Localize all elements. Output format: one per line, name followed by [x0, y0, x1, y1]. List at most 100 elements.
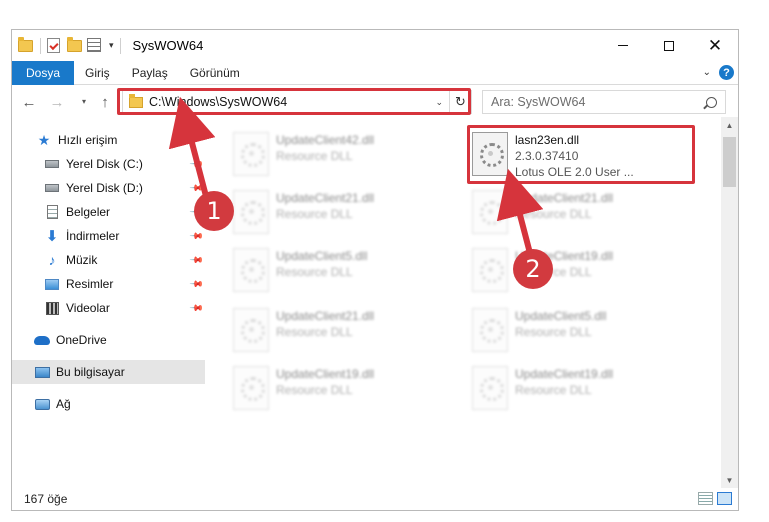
pin-icon[interactable]: 📌	[189, 156, 204, 172]
file-description: Resource DLL	[276, 207, 353, 221]
sidebar-item-label: Yerel Disk (C:)	[66, 157, 143, 171]
sidebar-item-local-disk-c[interactable]: Yerel Disk (C:) 📌	[12, 152, 205, 176]
music-icon: ♪	[48, 252, 56, 268]
file-item[interactable]: UpdateClient21.dll Resource DLL	[472, 186, 708, 240]
file-description: Resource DLL	[515, 383, 592, 397]
sidebar-item-downloads[interactable]: ⬇ İndirmeler 📌	[12, 224, 205, 248]
forward-button[interactable]: →	[46, 91, 68, 113]
tab-share[interactable]: Paylaş	[121, 61, 179, 85]
sidebar-item-label: Resimler	[66, 277, 114, 291]
sidebar-item-label: Yerel Disk (D:)	[66, 181, 143, 195]
tab-view[interactable]: Görünüm	[179, 61, 251, 85]
sidebar-item-quick-access[interactable]: ★ Hızlı erişim	[12, 128, 205, 152]
help-icon[interactable]: ?	[719, 65, 734, 80]
step-badge-1: 1	[194, 191, 234, 231]
details-view-icon[interactable]	[698, 492, 713, 505]
sidebar-item-videos[interactable]: Videolar 📌	[12, 296, 205, 320]
status-bar: 167 öğe	[12, 488, 738, 510]
dll-file-icon	[233, 308, 269, 352]
tab-home[interactable]: Giriş	[74, 61, 121, 85]
scrollbar-thumb[interactable]	[723, 137, 736, 187]
recent-locations-chevron-icon[interactable]: ▾	[82, 97, 86, 106]
sidebar-item-onedrive[interactable]: OneDrive	[12, 328, 205, 352]
toolbar-divider	[119, 37, 121, 54]
dll-file-icon	[233, 366, 269, 410]
pin-icon[interactable]: 📌	[189, 276, 204, 292]
quick-access-toolbar: ▾	[12, 30, 123, 61]
sidebar-item-label: Videolar	[66, 301, 110, 315]
file-item[interactable]: UpdateClient42.dll Resource DLL	[233, 128, 469, 182]
arrow-right-icon: →	[49, 93, 65, 111]
large-icons-view-icon[interactable]	[717, 492, 732, 505]
file-name: UpdateClient21.dll	[515, 191, 614, 205]
file-highlight	[467, 125, 695, 184]
minimize-button[interactable]	[600, 30, 646, 61]
file-name: UpdateClient21.dll	[276, 309, 375, 323]
navigation-pane: ★ Hızlı erişim Yerel Disk (C:) 📌 Yerel D…	[12, 124, 205, 479]
folder-icon	[18, 36, 34, 54]
sidebar-item-pictures[interactable]: Resimler 📌	[12, 272, 205, 296]
tab-file[interactable]: Dosya	[12, 60, 75, 85]
file-item[interactable]: UpdateClient21.dll Resource DLL	[233, 304, 469, 358]
search-icon	[706, 96, 717, 108]
pictures-icon	[44, 277, 60, 291]
file-name: UpdateClient19.dll	[276, 367, 375, 381]
file-description: Resource DLL	[276, 383, 353, 397]
close-button[interactable]: ✕	[692, 30, 738, 61]
maximize-button[interactable]	[646, 30, 692, 61]
file-item[interactable]: UpdateClient5.dll Resource DLL	[472, 304, 708, 358]
arrow-left-icon: ←	[21, 93, 37, 111]
sidebar-item-this-pc[interactable]: Bu bilgisayar	[12, 360, 205, 384]
sidebar-item-label: Ağ	[56, 397, 71, 411]
file-item[interactable]: UpdateClient19.dll Resource DLL	[233, 362, 469, 416]
pin-icon[interactable]: 📌	[189, 228, 204, 244]
sidebar-item-label: Belgeler	[66, 205, 111, 219]
drive-icon	[44, 157, 60, 171]
back-button[interactable]: ←	[18, 91, 40, 113]
customize-toolbar-chevron-icon[interactable]: ▾	[109, 40, 114, 51]
sidebar-item-music[interactable]: ♪ Müzik 📌	[12, 248, 205, 272]
search-placeholder: Ara: SysWOW64	[491, 95, 586, 109]
dll-file-icon	[472, 308, 508, 352]
sidebar-item-documents[interactable]: Belgeler 📌	[12, 200, 205, 224]
scroll-down-icon[interactable]: ▼	[721, 472, 738, 488]
file-description: Resource DLL	[515, 325, 592, 339]
file-description: Resource DLL	[276, 325, 353, 339]
window-title: SysWOW64	[132, 38, 204, 53]
vertical-scrollbar[interactable]: ▲ ▼	[721, 117, 738, 488]
window-controls: ✕	[600, 30, 738, 61]
arrow-up-icon: ↑	[101, 93, 109, 111]
sidebar-item-label: Hızlı erişim	[58, 133, 118, 147]
download-icon: ⬇	[45, 228, 59, 245]
pin-icon[interactable]: 📌	[189, 252, 204, 268]
maximize-icon	[664, 40, 674, 51]
file-item[interactable]: UpdateClient21.dll Resource DLL	[233, 186, 469, 240]
file-item[interactable]: UpdateClient19.dll Resource DLL	[472, 244, 708, 298]
scroll-up-icon[interactable]: ▲	[721, 117, 738, 133]
sidebar-item-local-disk-d[interactable]: Yerel Disk (D:) 📌	[12, 176, 205, 200]
file-description: Resource DLL	[276, 149, 353, 163]
file-item[interactable]: UpdateClient5.dll Resource DLL	[233, 244, 469, 298]
sidebar-item-label: Bu bilgisayar	[56, 365, 125, 379]
dll-file-icon	[233, 132, 269, 176]
search-input[interactable]: Ara: SysWOW64	[482, 90, 726, 114]
view-options-icon[interactable]	[87, 37, 103, 54]
title-bar: ▾ SysWOW64 ✕	[12, 30, 738, 61]
dll-file-icon	[472, 190, 508, 234]
properties-icon[interactable]	[47, 37, 63, 54]
document-icon	[44, 205, 60, 219]
sidebar-item-network[interactable]: Ağ	[12, 392, 205, 416]
dll-file-icon	[233, 190, 269, 234]
computer-icon	[34, 365, 50, 379]
file-name: UpdateClient5.dll	[515, 309, 607, 323]
minimize-icon	[618, 45, 628, 46]
up-button[interactable]: ↑	[94, 91, 116, 113]
star-icon: ★	[37, 131, 51, 148]
new-folder-icon[interactable]	[67, 36, 83, 54]
expand-ribbon-chevron-icon[interactable]: ⌄	[703, 67, 711, 78]
ribbon-tabs: Dosya Giriş Paylaş Görünüm ⌄ ?	[12, 60, 738, 85]
pin-icon[interactable]: 📌	[189, 300, 204, 316]
dll-file-icon	[233, 248, 269, 292]
file-item[interactable]: UpdateClient19.dll Resource DLL	[472, 362, 708, 416]
network-icon	[34, 397, 50, 411]
